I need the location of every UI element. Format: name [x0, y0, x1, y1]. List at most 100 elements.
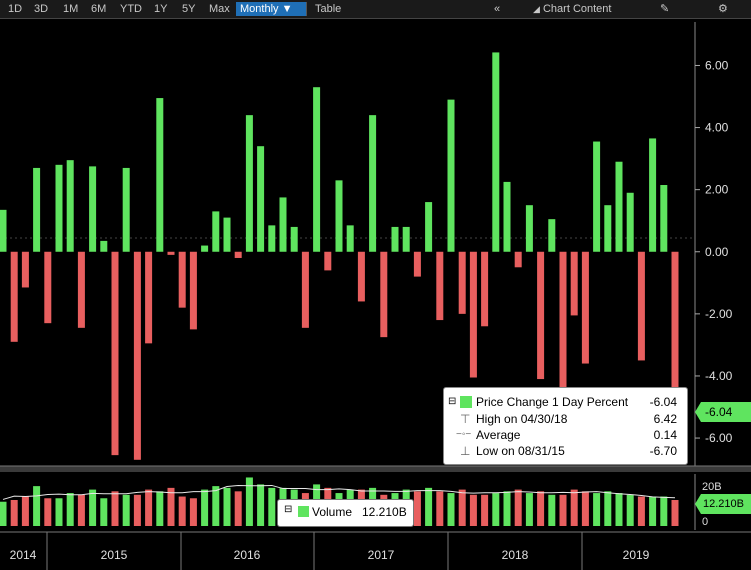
panel-divider[interactable]: [0, 466, 751, 472]
price-bar[interactable]: [626, 192, 634, 252]
volume-bar[interactable]: [100, 498, 108, 526]
volume-bar[interactable]: [649, 496, 657, 526]
price-bar[interactable]: [346, 225, 354, 252]
price-bar[interactable]: [604, 205, 612, 252]
volume-bar[interactable]: [458, 489, 466, 526]
price-bar[interactable]: [469, 251, 477, 378]
price-bar[interactable]: [156, 98, 164, 252]
price-bar[interactable]: [380, 251, 388, 338]
volume-legend[interactable]: ⊟ Volume 12.210B: [277, 499, 414, 527]
price-bar[interactable]: [537, 251, 545, 380]
volume-bar[interactable]: [223, 487, 231, 526]
price-bar[interactable]: [313, 87, 321, 252]
volume-bar[interactable]: [55, 498, 63, 526]
volume-bar[interactable]: [413, 491, 421, 526]
price-bar[interactable]: [425, 202, 433, 252]
collapse-icon[interactable]: ⊟: [284, 504, 292, 515]
price-bar[interactable]: [301, 251, 309, 328]
volume-bar[interactable]: [234, 491, 242, 526]
price-bar[interactable]: [245, 115, 253, 252]
price-bar[interactable]: [111, 251, 119, 456]
price-bar[interactable]: [223, 217, 231, 252]
price-bar[interactable]: [548, 219, 556, 252]
volume-bar[interactable]: [425, 487, 433, 526]
volume-bar[interactable]: [671, 500, 679, 526]
price-bar[interactable]: [402, 226, 410, 252]
price-bar[interactable]: [201, 245, 209, 252]
price-bar[interactable]: [133, 251, 141, 460]
volume-bar[interactable]: [212, 486, 220, 526]
volume-bar[interactable]: [268, 487, 276, 526]
price-bar[interactable]: [145, 251, 153, 344]
price-bar[interactable]: [100, 240, 108, 252]
volume-bar[interactable]: [637, 496, 645, 526]
volume-bar[interactable]: [537, 491, 545, 526]
price-bar[interactable]: [503, 181, 511, 252]
price-bar[interactable]: [357, 251, 365, 302]
price-bar[interactable]: [481, 251, 489, 327]
price-bar[interactable]: [33, 167, 41, 252]
price-bar[interactable]: [637, 251, 645, 361]
price-bar[interactable]: [167, 251, 175, 255]
volume-bar[interactable]: [201, 489, 209, 526]
price-bar[interactable]: [77, 251, 85, 328]
volume-bar[interactable]: [481, 494, 489, 526]
price-bar[interactable]: [189, 251, 197, 330]
volume-bar[interactable]: [436, 491, 444, 526]
price-bar[interactable]: [10, 251, 18, 342]
price-bar[interactable]: [514, 251, 522, 268]
volume-bar[interactable]: [10, 500, 18, 526]
volume-bar[interactable]: [44, 498, 52, 526]
volume-bar[interactable]: [77, 494, 85, 526]
price-bar[interactable]: [649, 138, 657, 252]
volume-bar[interactable]: [626, 494, 634, 526]
price-bar[interactable]: [570, 251, 578, 316]
price-bar[interactable]: [458, 251, 466, 314]
price-bar[interactable]: [413, 251, 421, 277]
volume-bar[interactable]: [514, 489, 522, 526]
volume-bar[interactable]: [503, 491, 511, 526]
price-bar[interactable]: [615, 161, 623, 252]
price-bar[interactable]: [436, 251, 444, 321]
volume-bar[interactable]: [559, 494, 567, 526]
volume-bar[interactable]: [145, 489, 153, 526]
volume-bar[interactable]: [525, 493, 533, 526]
volume-bar[interactable]: [89, 489, 97, 526]
price-bar[interactable]: [0, 209, 7, 252]
price-bar[interactable]: [122, 167, 130, 252]
volume-bar[interactable]: [122, 494, 130, 526]
price-bar[interactable]: [369, 115, 377, 252]
volume-bar[interactable]: [189, 498, 197, 526]
volume-bar[interactable]: [548, 494, 556, 526]
price-bar[interactable]: [279, 197, 287, 252]
volume-bar[interactable]: [33, 486, 41, 526]
volume-bar[interactable]: [615, 493, 623, 526]
volume-bar[interactable]: [167, 487, 175, 526]
price-bar[interactable]: [391, 226, 399, 252]
price-bar[interactable]: [324, 251, 332, 271]
volume-bar[interactable]: [111, 491, 119, 526]
volume-bar[interactable]: [593, 493, 601, 526]
price-bar[interactable]: [21, 251, 29, 288]
volume-bar[interactable]: [447, 493, 455, 526]
volume-bar[interactable]: [133, 494, 141, 526]
price-bar[interactable]: [89, 166, 97, 252]
price-bar[interactable]: [55, 164, 63, 252]
price-bar[interactable]: [447, 99, 455, 252]
price-bar[interactable]: [335, 180, 343, 252]
price-bar[interactable]: [257, 146, 265, 252]
price-bar[interactable]: [660, 185, 668, 252]
volume-bar[interactable]: [245, 477, 253, 526]
price-bar[interactable]: [268, 225, 276, 252]
volume-bar[interactable]: [0, 501, 7, 526]
volume-bar[interactable]: [156, 491, 164, 526]
volume-bar[interactable]: [660, 496, 668, 526]
volume-bar[interactable]: [469, 494, 477, 526]
price-bar[interactable]: [212, 211, 220, 252]
price-bar[interactable]: [178, 251, 186, 308]
price-bar[interactable]: [66, 160, 74, 252]
volume-bar[interactable]: [570, 489, 578, 526]
volume-bar[interactable]: [581, 491, 589, 526]
volume-bar[interactable]: [66, 493, 74, 526]
volume-bar[interactable]: [604, 491, 612, 526]
